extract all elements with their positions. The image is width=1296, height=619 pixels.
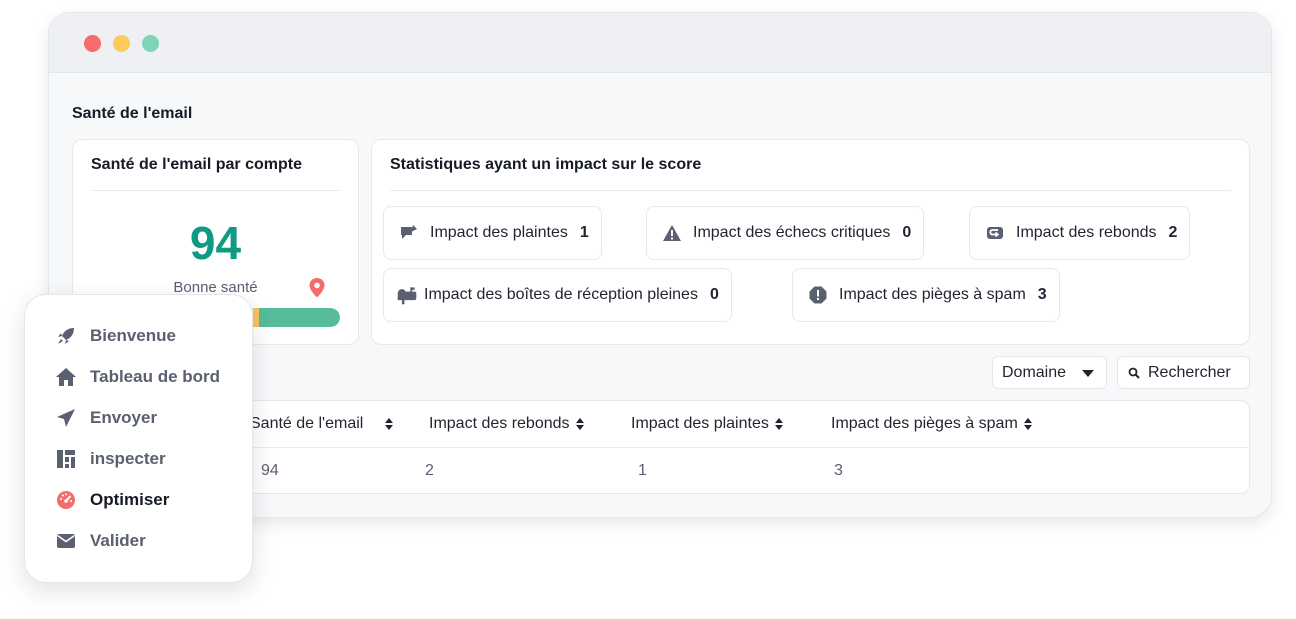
search-button-label: Rechercher — [1148, 363, 1231, 381]
column-header-complaints[interactable]: Impact des plaintes — [631, 415, 783, 433]
page-title: Santé de l'email — [72, 105, 193, 122]
stat-label: Impact des rebonds — [1016, 224, 1157, 241]
health-bar-segment-good — [259, 308, 340, 327]
location-pin-icon — [309, 278, 325, 298]
navigation-menu: Bienvenue Tableau de bord Envoyer inspec… — [24, 294, 253, 583]
nav-item-inspect[interactable]: inspecter — [55, 447, 166, 471]
column-header-label: Santé de l'email — [250, 415, 364, 432]
nav-label: Bienvenue — [90, 326, 176, 345]
divider — [91, 190, 340, 191]
stat-value: 0 — [709, 286, 719, 303]
stat-bounces: Impact des rebonds 2 — [969, 206, 1191, 260]
stat-full-inboxes: Impact des boîtes de réception pleines 0 — [383, 268, 732, 322]
nav-label: Tableau de bord — [90, 367, 221, 386]
stat-spam-traps: Impact des pièges à spam 3 — [792, 268, 1060, 322]
column-header-label: Impact des rebonds — [429, 415, 570, 432]
column-header-email-health[interactable]: Santé de l'email — [250, 415, 394, 433]
divider — [390, 190, 1231, 191]
stat-value: 0 — [902, 224, 912, 241]
stats-card-title: Statistiques ayant un impact sur le scor… — [390, 156, 702, 173]
nav-item-dashboard[interactable]: Tableau de bord — [55, 365, 220, 389]
health-card-title: Santé de l'email par compte — [91, 156, 302, 173]
stat-value: 1 — [579, 224, 589, 241]
sort-icon — [1023, 418, 1032, 430]
health-score-value: 94 — [189, 217, 242, 269]
stat-complaints: Impact des plaintes 1 — [383, 206, 602, 260]
nav-label: inspecter — [90, 449, 166, 468]
close-window-button[interactable] — [84, 35, 101, 52]
stat-critical-failures: Impact des échecs critiques 0 — [646, 206, 925, 260]
nav-item-send[interactable]: Envoyer — [55, 406, 157, 430]
column-header-label: Impact des pièges à spam — [831, 415, 1018, 432]
nav-label: Valider — [90, 531, 146, 550]
stat-value: 2 — [1168, 224, 1178, 241]
search-icon — [1128, 367, 1140, 379]
cell-spam-traps: 3 — [834, 462, 843, 479]
spam-trap-icon — [807, 284, 829, 306]
nav-label: Optimiser — [90, 490, 170, 509]
cell-bounces: 2 — [425, 462, 434, 479]
stat-value: 3 — [1037, 286, 1047, 303]
stat-label: Impact des boîtes de réception pleines — [424, 286, 698, 303]
sort-icon — [774, 418, 783, 430]
complaint-icon — [398, 222, 420, 244]
nav-label: Envoyer — [90, 408, 158, 427]
stat-label: Impact des pièges à spam — [839, 286, 1026, 303]
bounce-icon — [984, 222, 1006, 244]
sort-icon — [385, 418, 394, 430]
warning-icon — [661, 222, 683, 244]
domain-select-label: Domaine — [1002, 363, 1067, 381]
nav-item-welcome[interactable]: Bienvenue — [55, 324, 176, 348]
minimize-window-button[interactable] — [113, 35, 130, 52]
envelope-icon — [55, 530, 77, 552]
column-header-label: Impact des plaintes — [631, 415, 769, 432]
sort-icon — [575, 418, 584, 430]
search-button[interactable]: Rechercher — [1117, 356, 1250, 389]
maximize-window-button[interactable] — [142, 35, 159, 52]
domain-select[interactable]: Domaine — [992, 356, 1107, 389]
rocket-icon — [55, 325, 77, 347]
mailbox-icon — [396, 284, 418, 306]
home-icon — [55, 366, 77, 388]
caret-down-icon — [1082, 370, 1094, 377]
stat-label: Impact des échecs critiques — [693, 224, 891, 241]
stat-label: Impact des plaintes — [430, 224, 568, 241]
column-header-bounces[interactable]: Impact des rebonds — [429, 415, 584, 433]
column-header-spam-traps[interactable]: Impact des pièges à spam — [831, 415, 1032, 433]
cell-complaints: 1 — [638, 462, 647, 479]
nav-item-optimize[interactable]: Optimiser — [55, 488, 169, 512]
grid-icon — [55, 448, 77, 470]
window-titlebar — [49, 13, 1271, 73]
score-stats-card: Statistiques ayant un impact sur le scor… — [371, 139, 1250, 345]
gauge-icon — [55, 489, 77, 511]
nav-item-validate[interactable]: Valider — [55, 529, 146, 553]
cell-email-health: 94 — [261, 462, 279, 479]
send-icon — [55, 407, 77, 429]
